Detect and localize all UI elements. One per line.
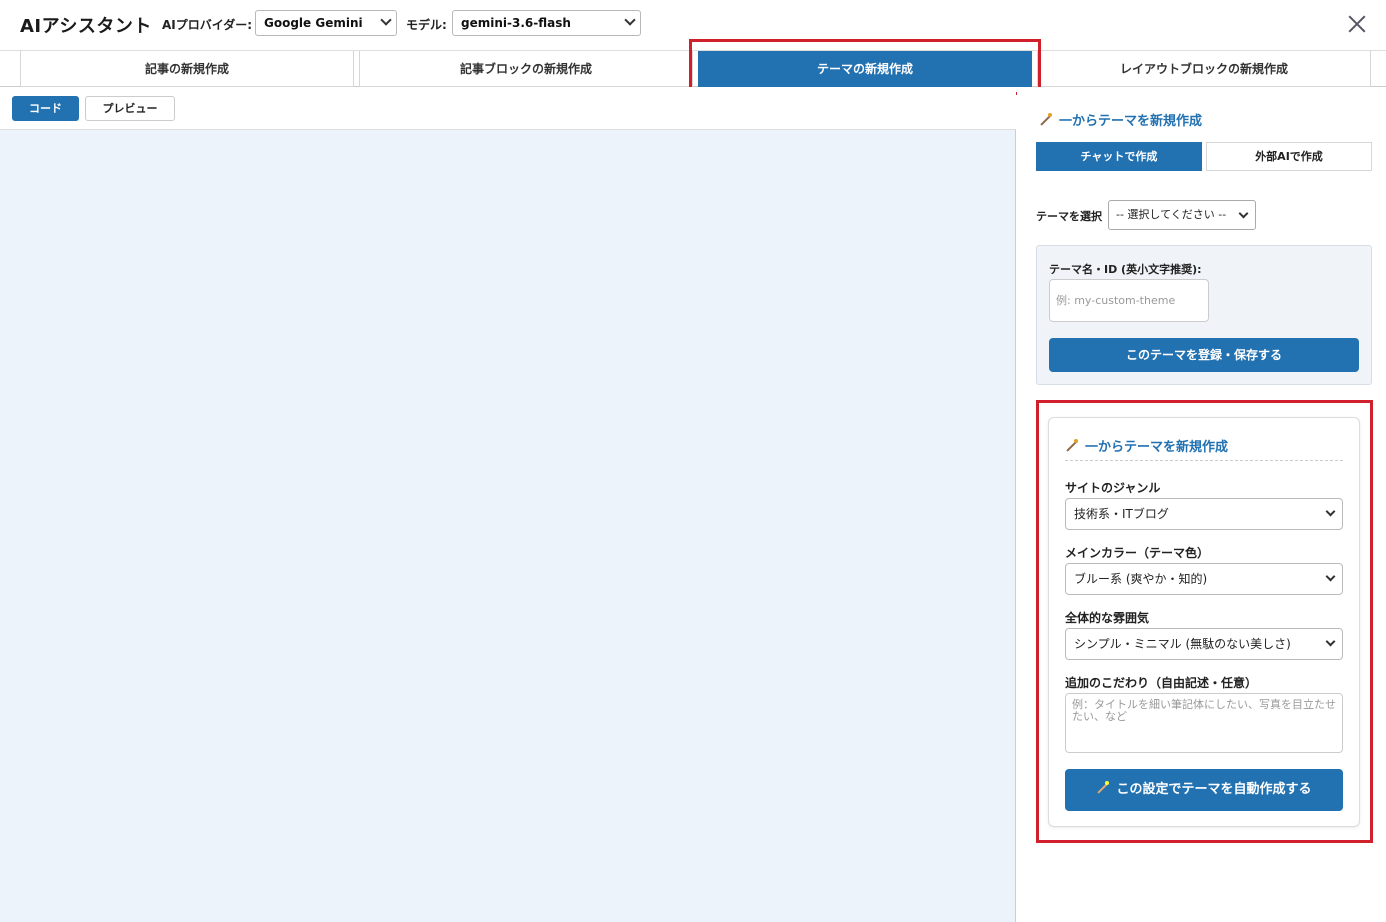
theme-generator-card: 一からテーマを新規作成 サイトのジャンル 技術系・ITブログ メインカラー（テー… (1048, 417, 1360, 827)
theme-register-panel: テーマ名・ID (英小文字推奨): 例: my-custom-theme このテ… (1036, 245, 1372, 385)
color-label: メインカラー（テーマ色） (1065, 546, 1210, 560)
tab-new-article-block[interactable]: 記事ブロックの新規作成 (359, 51, 693, 87)
provider-select[interactable]: Google Gemini (255, 10, 397, 36)
theme-select[interactable]: -- 選択してください -- (1108, 200, 1256, 230)
provider-label: AIプロバイダー: (162, 18, 253, 32)
magic-wand-icon (1065, 439, 1079, 453)
extra-label: 追加のこだわり（自由記述・任意） (1065, 676, 1258, 690)
provider-select-value: Google Gemini (264, 16, 363, 30)
chevron-down-icon (1238, 208, 1249, 219)
genre-select[interactable]: 技術系・ITブログ (1065, 498, 1343, 530)
tab-new-layout-block[interactable]: レイアウトブロックの新規作成 (1037, 51, 1371, 87)
app-title: AIアシスタント (20, 16, 152, 37)
code-button[interactable]: コード (12, 96, 79, 121)
chevron-down-icon (1325, 506, 1336, 517)
generate-theme-button[interactable]: この設定でテーマを自動作成する (1065, 769, 1343, 811)
main-tabs: 記事の新規作成 記事ブロックの新規作成 テーマの新規作成 レイアウトブロックの新… (0, 50, 1386, 87)
mood-select[interactable]: シンプル・ミニマル (無駄のない美しさ) (1065, 628, 1343, 660)
close-icon[interactable] (1344, 12, 1370, 38)
generate-button-label: この設定でテーマを自動作成する (1116, 782, 1312, 797)
app-header: AIアシスタント AIプロバイダー: Google Gemini モデル: ge… (0, 0, 1386, 50)
chevron-down-icon (624, 14, 636, 26)
model-label: モデル: (406, 18, 447, 32)
subtab-external-ai[interactable]: 外部AIで作成 (1206, 142, 1372, 171)
section-title-text: 一からテーマを新規作成 (1059, 114, 1203, 129)
magic-wand-icon (1039, 113, 1053, 127)
theme-select-label: テーマを選択 (1036, 210, 1102, 223)
color-select-value: ブルー系 (爽やか・知的) (1074, 572, 1208, 586)
editor-toolbar: コード プレビュー (0, 87, 1016, 130)
divider (1065, 460, 1343, 461)
chevron-down-icon (380, 14, 392, 26)
theme-name-input[interactable]: 例: my-custom-theme (1049, 279, 1209, 322)
chevron-down-icon (1325, 571, 1336, 582)
card-title: 一からテーマを新規作成 (1065, 436, 1228, 455)
preview-button[interactable]: プレビュー (85, 96, 175, 121)
subtab-chat[interactable]: チャットで作成 (1036, 142, 1202, 171)
theme-name-label: テーマ名・ID (英小文字推奨): (1049, 263, 1202, 276)
magic-wand-icon (1096, 781, 1110, 795)
register-theme-button[interactable]: このテーマを登録・保存する (1049, 338, 1359, 372)
section-title: 一からテーマを新規作成 (1039, 110, 1202, 129)
code-editor-area[interactable] (0, 130, 1016, 922)
model-select-value: gemini-3.6-flash (461, 16, 571, 30)
mood-label: 全体的な雰囲気 (1065, 611, 1150, 625)
tab-new-article[interactable]: 記事の新規作成 (20, 51, 354, 87)
theme-select-value: -- 選択してください -- (1116, 208, 1227, 221)
color-select[interactable]: ブルー系 (爽やか・知的) (1065, 563, 1343, 595)
tab-new-theme[interactable]: テーマの新規作成 (698, 51, 1032, 87)
chevron-down-icon (1325, 636, 1336, 647)
genre-select-value: 技術系・ITブログ (1074, 507, 1169, 521)
extra-textarea[interactable]: 例：タイトルを細い筆記体にしたい、写真を目立たせたい、など (1065, 693, 1343, 753)
mood-select-value: シンプル・ミニマル (無駄のない美しさ) (1074, 637, 1291, 651)
model-select[interactable]: gemini-3.6-flash (452, 10, 641, 36)
genre-label: サイトのジャンル (1065, 481, 1161, 495)
card-title-text: 一からテーマを新規作成 (1085, 440, 1229, 455)
theme-sidebar: 一からテーマを新規作成 チャットで作成 外部AIで作成 テーマを選択 -- 選択… (1017, 87, 1386, 922)
